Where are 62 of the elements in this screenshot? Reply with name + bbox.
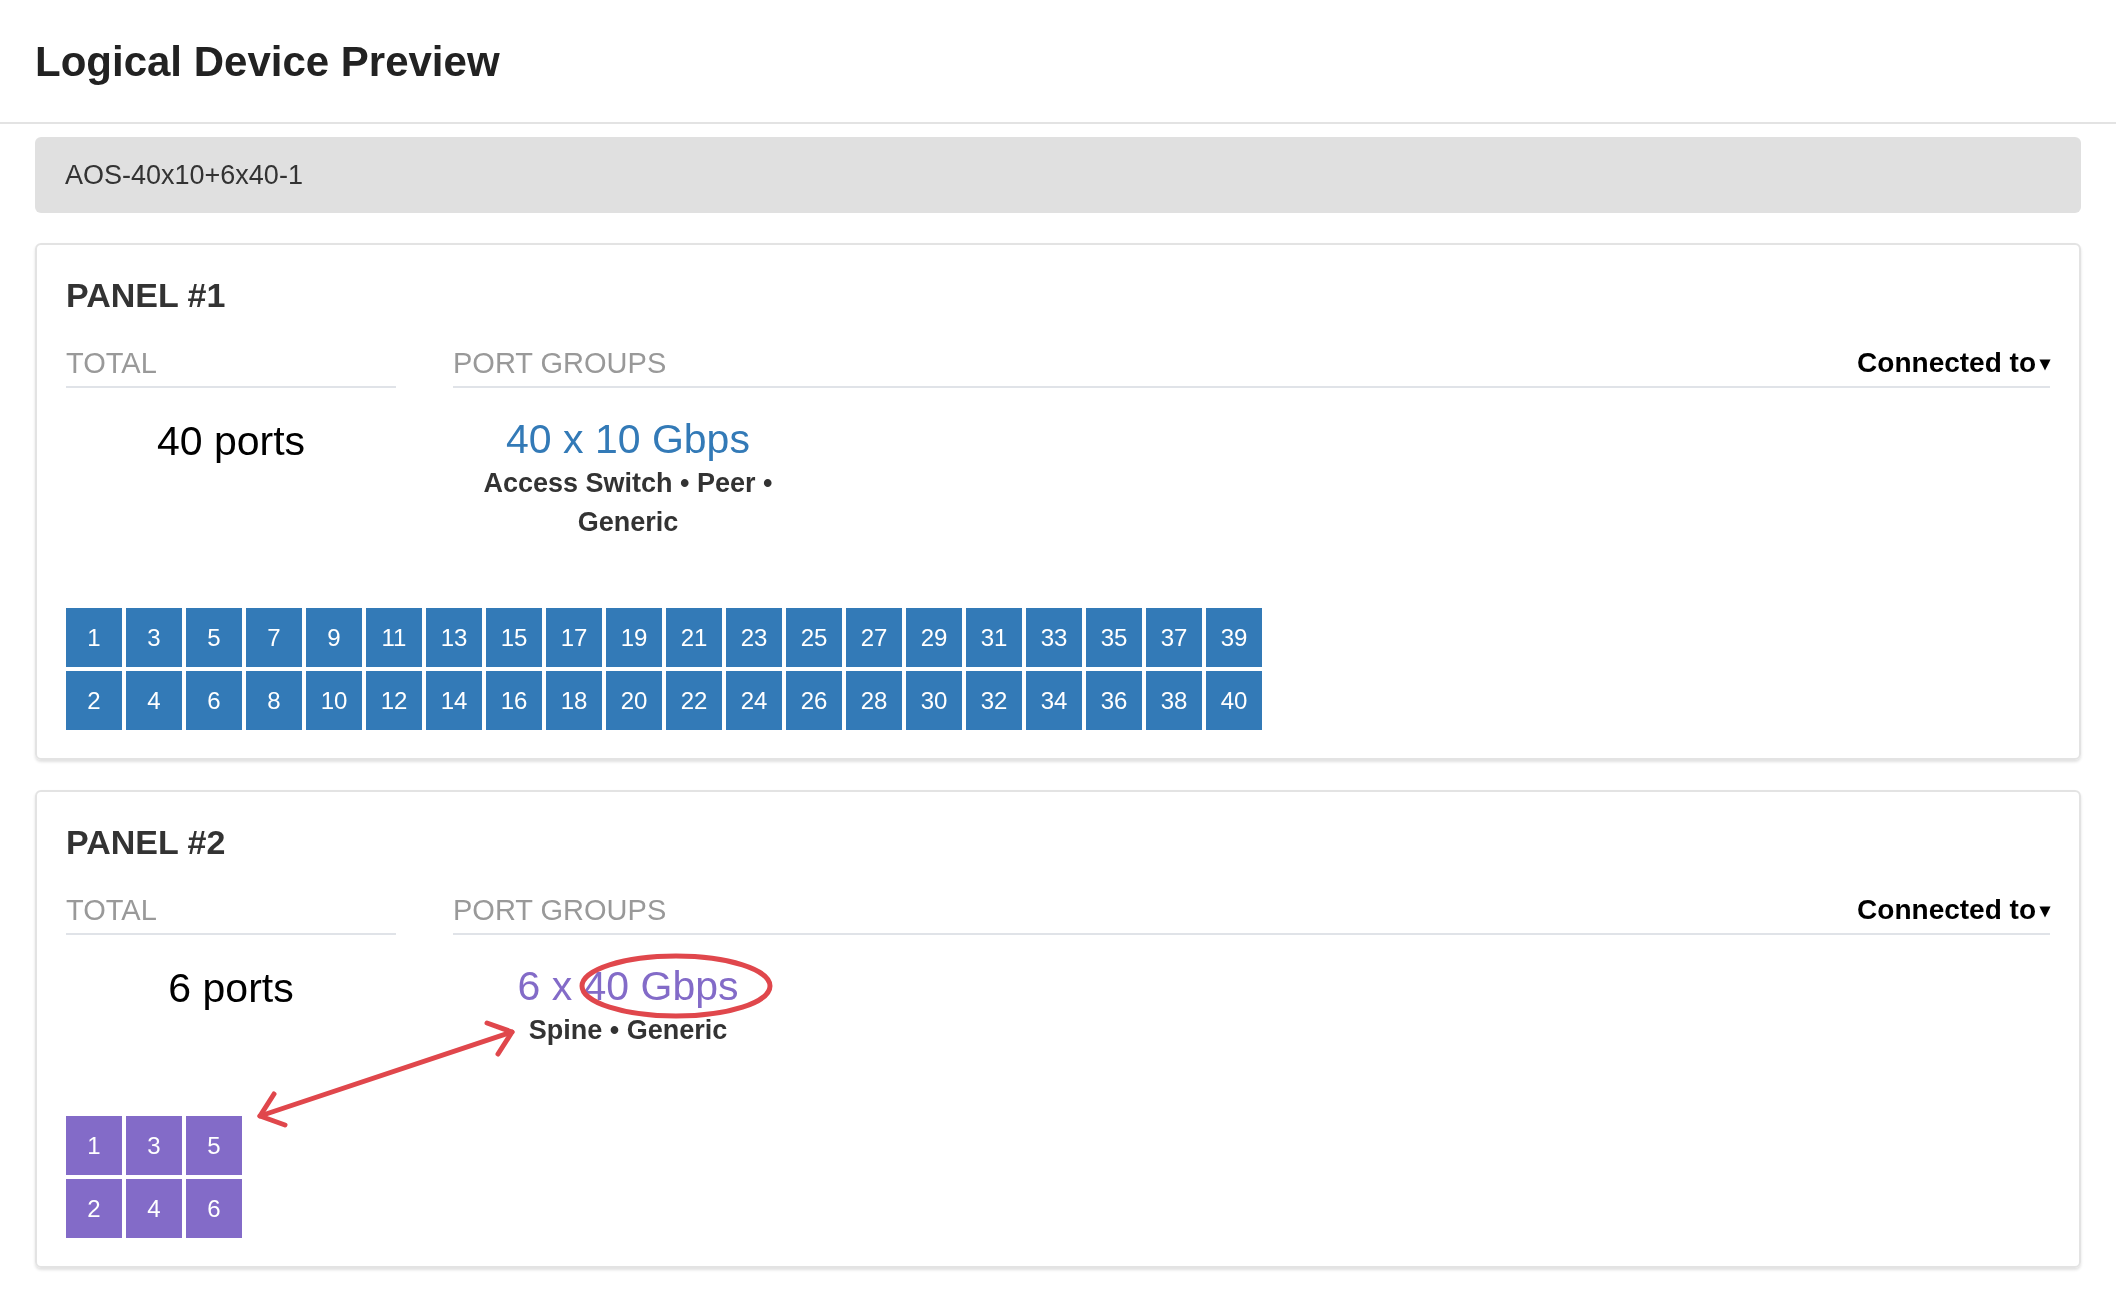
- port-cell: 5: [186, 608, 242, 667]
- port-cell: 25: [786, 608, 842, 667]
- port-cell: 1: [66, 1116, 122, 1175]
- port-cell: 2: [66, 1179, 122, 1238]
- port-cell: 20: [606, 671, 662, 730]
- port-cell: 7: [246, 608, 302, 667]
- port-cell: 14: [426, 671, 482, 730]
- port-cell: 15: [486, 608, 542, 667]
- port-cell: 28: [846, 671, 902, 730]
- port-group-roles: Access Switch • Peer • Generic: [482, 467, 774, 539]
- port-cell: 22: [666, 671, 722, 730]
- port-cell: 38: [1146, 671, 1202, 730]
- port-cell: 4: [126, 1179, 182, 1238]
- port-cell: 24: [726, 671, 782, 730]
- port-cell: 26: [786, 671, 842, 730]
- port-cell: 23: [726, 608, 782, 667]
- device-name: AOS-40x10+6x40-1: [65, 158, 303, 192]
- port-cell: 11: [366, 608, 422, 667]
- port-cell: 35: [1086, 608, 1142, 667]
- port-cell: 1: [66, 608, 122, 667]
- port-cell: 10: [306, 671, 362, 730]
- column-heading: PORT GROUPS: [453, 346, 667, 381]
- port-cell: 40: [1206, 671, 1262, 730]
- port-total: 40 ports: [156, 417, 306, 466]
- port-cell: 27: [846, 608, 902, 667]
- port-cell: 32: [966, 671, 1022, 730]
- port-cell: 31: [966, 608, 1022, 667]
- port-cell: 2: [66, 671, 122, 730]
- port-group-speed: 6 x 40 Gbps: [517, 962, 739, 1011]
- port-cell: 17: [546, 608, 602, 667]
- column-heading: TOTAL: [66, 344, 396, 388]
- column-heading: PORT GROUPS: [453, 893, 667, 928]
- port-cell: 16: [486, 671, 542, 730]
- port-group-roles: Spine • Generic: [527, 1014, 729, 1047]
- port-cell: 12: [366, 671, 422, 730]
- port-cell: 36: [1086, 671, 1142, 730]
- port-cell: 5: [186, 1116, 242, 1175]
- port-cell: 3: [126, 1116, 182, 1175]
- port-cell: 19: [606, 608, 662, 667]
- column-heading: TOTAL: [66, 891, 396, 935]
- port-cell: 3: [126, 608, 182, 667]
- port-cell: 33: [1026, 608, 1082, 667]
- panel-title: PANEL #1: [66, 275, 227, 315]
- port-cell: 39: [1206, 608, 1262, 667]
- port-cell: 9: [306, 608, 362, 667]
- port-cell: 21: [666, 608, 722, 667]
- port-cell: 6: [186, 671, 242, 730]
- port-cell: 13: [426, 608, 482, 667]
- connected-to-dropdown[interactable]: Connected to▾: [1857, 344, 2050, 382]
- port-cell: 18: [546, 671, 602, 730]
- panel-title: PANEL #2: [66, 822, 227, 862]
- port-cell: 6: [186, 1179, 242, 1238]
- connected-to-dropdown[interactable]: Connected to▾: [1857, 891, 2050, 929]
- port-group-speed: 40 x 10 Gbps: [506, 415, 750, 464]
- port-cell: 4: [126, 671, 182, 730]
- port-cell: 37: [1146, 608, 1202, 667]
- page-title: Logical Device Preview: [35, 36, 500, 87]
- port-cell: 29: [906, 608, 962, 667]
- port-total: 6 ports: [168, 964, 294, 1013]
- port-cell: 8: [246, 671, 302, 730]
- port-cell: 34: [1026, 671, 1082, 730]
- port-cell: 30: [906, 671, 962, 730]
